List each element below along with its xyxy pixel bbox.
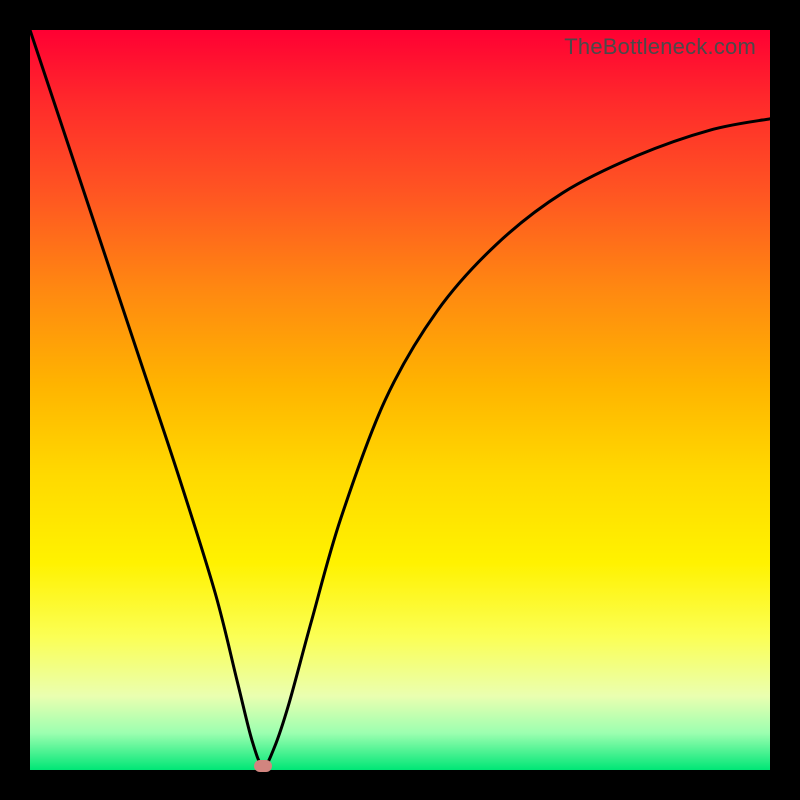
bottleneck-curve (30, 30, 770, 766)
plot-area: TheBottleneck.com (30, 30, 770, 770)
optimum-marker (254, 760, 272, 772)
chart-frame: TheBottleneck.com (0, 0, 800, 800)
curve-svg (30, 30, 770, 770)
